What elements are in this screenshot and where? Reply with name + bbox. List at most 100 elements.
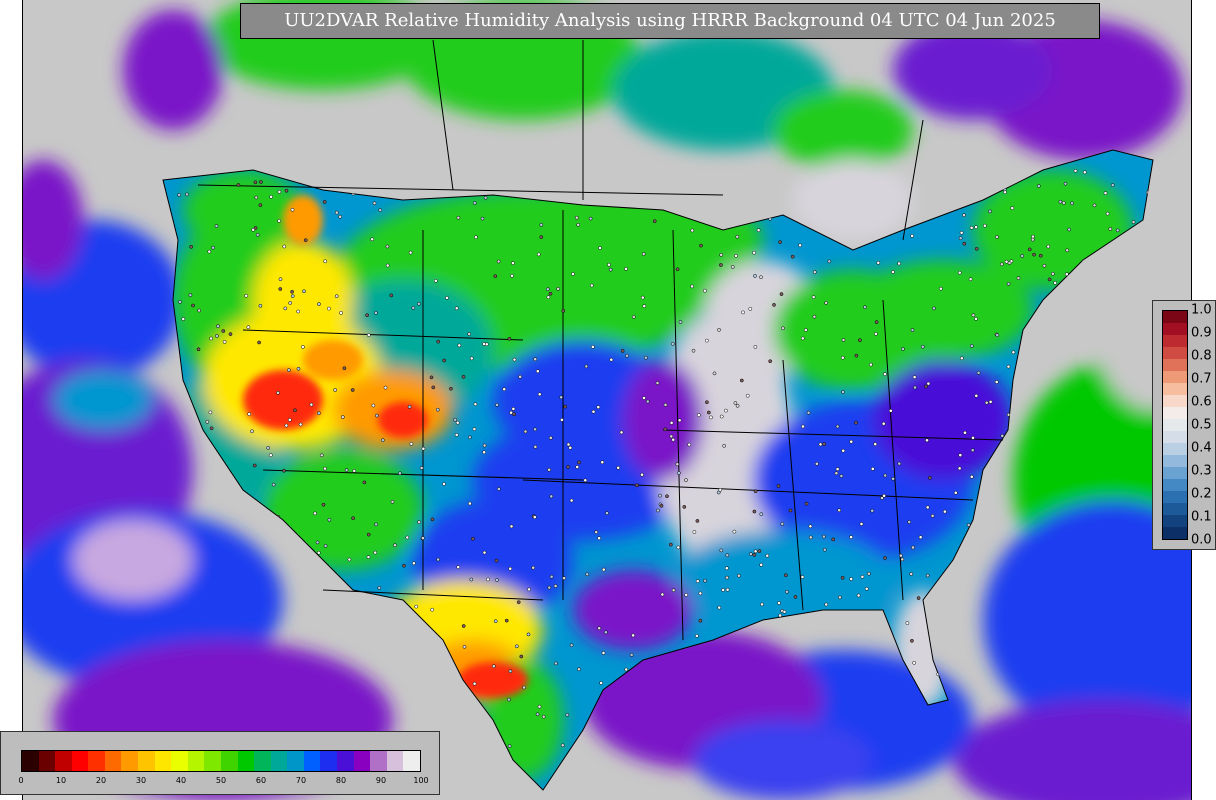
station-dot (663, 403, 668, 407)
station-dot (583, 478, 588, 483)
rh-colorbar-tick-label: 30 (135, 776, 147, 785)
station-dot (913, 385, 917, 390)
station-dot (472, 427, 477, 431)
rh-colorbar-swatch (370, 751, 387, 771)
station-dot (873, 442, 878, 446)
increment-colorbar-tick-label: 0.5 (1191, 417, 1212, 433)
station-dot (725, 553, 730, 558)
station-dot (317, 411, 321, 416)
station-dot (383, 385, 388, 390)
station-dot (824, 301, 828, 305)
station-dot (507, 336, 512, 341)
station-dot (1000, 434, 1005, 438)
station-dot (512, 412, 516, 417)
station-dot (283, 306, 288, 311)
station-dot (351, 516, 355, 521)
station-dot (255, 232, 260, 237)
station-dot (566, 442, 571, 447)
station-dot (288, 301, 293, 305)
station-dot (453, 417, 457, 422)
station-dot (822, 534, 826, 539)
station-dot (1030, 237, 1035, 242)
station-dot (526, 632, 531, 637)
station-dot (704, 338, 709, 343)
station-dot (491, 664, 496, 669)
station-dot (901, 347, 905, 351)
rh-colorbar-tick-label: 100 (413, 776, 429, 785)
station-dot (588, 216, 593, 221)
station-dot (658, 493, 662, 498)
station-dot (566, 465, 570, 469)
station-dot (380, 438, 385, 443)
station-dot (718, 487, 723, 492)
station-dot (752, 509, 757, 514)
station-dot (840, 355, 845, 360)
rh-colorbar-swatch (138, 751, 155, 771)
station-dot (631, 315, 636, 319)
station-dot (589, 283, 594, 288)
station-dot (717, 327, 721, 332)
station-dot (197, 308, 202, 313)
station-dot (577, 460, 581, 465)
rh-colorbar-swatch (22, 751, 39, 771)
station-dot (670, 341, 675, 346)
increment-colorbar-swatch (1163, 443, 1187, 455)
station-dot (854, 420, 858, 425)
station-dot (591, 409, 596, 414)
increment-colorbar-swatch (1163, 311, 1187, 323)
rh-colorbar-tick-label: 10 (55, 776, 67, 785)
station-dot (660, 592, 665, 597)
station-dot (511, 261, 515, 265)
station-dot (682, 505, 687, 509)
station-dot (532, 515, 537, 519)
station-dot (696, 413, 701, 417)
station-dot (296, 309, 301, 314)
station-dot (599, 681, 603, 685)
station-dot (495, 578, 499, 582)
station-dot (594, 530, 599, 534)
rh-colorbar-swatch (386, 751, 404, 771)
station-dot (803, 328, 808, 332)
station-dot (891, 476, 895, 481)
station-dot (278, 287, 283, 291)
station-dot (1063, 181, 1068, 186)
station-dot (259, 180, 263, 184)
station-dot (449, 386, 453, 391)
station-dot (323, 544, 328, 548)
station-dot (804, 501, 809, 506)
station-dot (641, 252, 646, 256)
station-dot (1016, 276, 1021, 280)
station-dot (411, 306, 416, 310)
station-dot (1032, 252, 1036, 257)
rh-colorbar-swatch (270, 751, 288, 771)
station-dot (483, 195, 488, 200)
station-dot (277, 219, 281, 223)
station-dot (974, 225, 978, 229)
station-dot (801, 424, 805, 429)
station-dot (334, 210, 339, 215)
station-dot (511, 407, 516, 411)
station-dot (669, 421, 674, 425)
station-dot (417, 520, 421, 524)
station-dot (737, 573, 741, 578)
station-dot (287, 368, 291, 372)
station-dot (575, 465, 580, 469)
station-dot (269, 194, 273, 199)
station-dot (719, 548, 724, 553)
station-dot (461, 374, 466, 379)
station-dot (577, 667, 581, 672)
station-dot (334, 294, 339, 299)
station-dot (741, 310, 745, 315)
station-dot (398, 471, 402, 476)
station-dot (733, 401, 738, 405)
station-dot (854, 353, 859, 358)
station-dot (571, 272, 575, 276)
station-dot (883, 473, 888, 478)
increment-colorbar-swatch (1163, 503, 1187, 515)
station-dot (565, 713, 570, 717)
rh-colorbar-swatch (237, 751, 255, 771)
station-dot (556, 287, 560, 291)
station-dot (969, 225, 974, 230)
station-dot (624, 667, 629, 672)
station-dot (253, 226, 258, 230)
